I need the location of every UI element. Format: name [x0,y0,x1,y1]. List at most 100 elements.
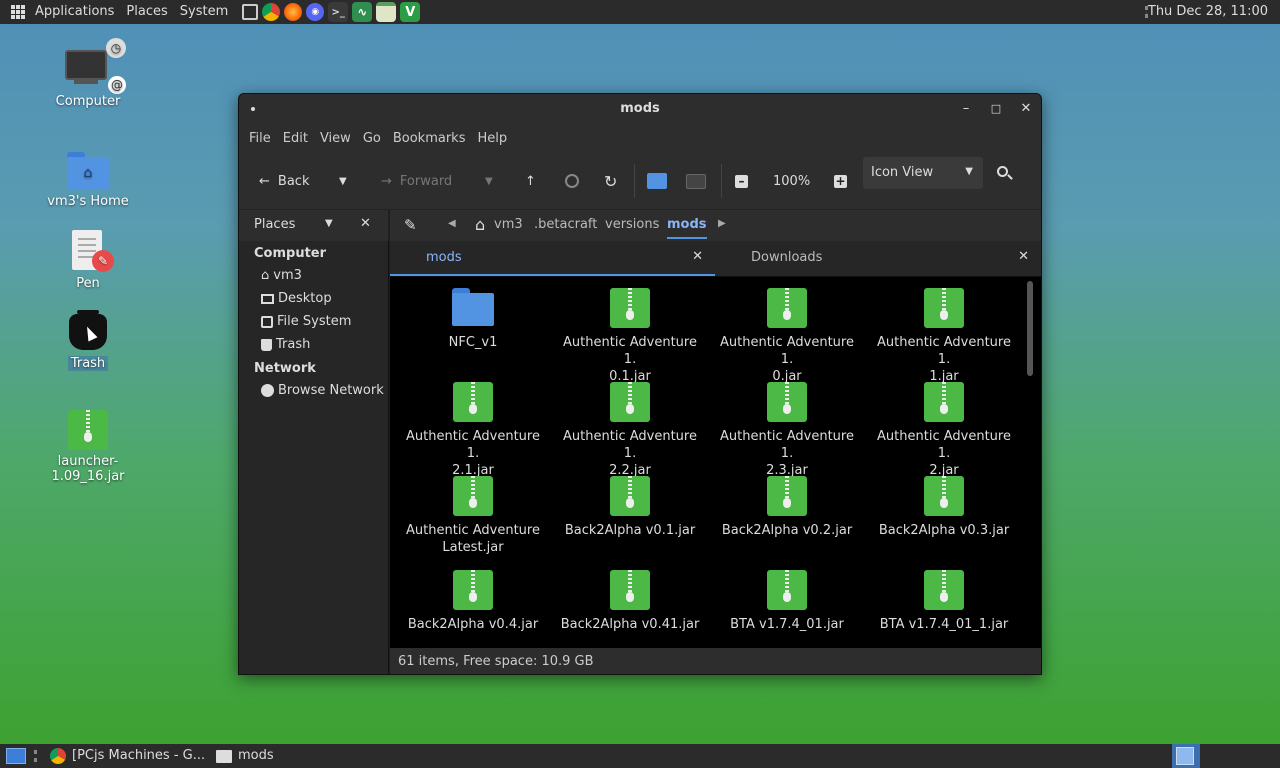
archive-icon [767,382,807,422]
show-desktop-icon[interactable] [6,748,26,764]
file-item[interactable]: Back2Alpha v0.2.jar [712,476,862,539]
computer-button[interactable] [686,165,706,197]
file-view: NFC_v1 Authentic Adventure 1. 0.1.jar Au… [390,277,1041,648]
menu-view[interactable]: View [314,131,357,146]
text-editor-icon[interactable] [376,2,397,22]
menu-bookmarks[interactable]: Bookmarks [387,131,472,146]
minimize-button[interactable]: – [951,94,981,124]
path-home-icon[interactable]: ⌂ [475,215,485,234]
file-item[interactable]: Authentic Adventure 1. 0.1.jar [555,288,705,385]
breadcrumb-betacraft[interactable]: .betacraft [534,217,597,232]
file-item[interactable]: Authentic Adventure 1. 1.jar [869,288,1019,385]
menubar: File Edit View Go Bookmarks Help [239,124,1041,152]
chevron-down-icon: ▼ [965,166,973,177]
menu-go[interactable]: Go [357,131,387,146]
desktop-icon-pen[interactable]: ✎ Pen [23,230,153,291]
desktop-icon-computer[interactable]: ◷ @ Computer [23,38,153,109]
applications-grid-icon[interactable] [11,5,25,19]
file-item[interactable]: Back2Alpha v0.3.jar [869,476,1019,539]
view-mode-select[interactable]: Icon View ▼ [863,157,983,189]
up-button[interactable]: ↑ [525,165,536,197]
discord-icon[interactable]: ◉ [306,3,325,21]
breadcrumb-mods[interactable]: mods [667,217,707,239]
search-button[interactable] [995,164,1015,184]
sidebar-item-label: Browse Network [278,383,384,398]
tab-close-icon[interactable]: ✕ [1018,249,1029,264]
menu-help[interactable]: Help [471,131,513,146]
file-item[interactable]: Authentic Adventure 1. 0.jar [712,288,862,385]
maximize-button[interactable]: □ [981,94,1011,124]
workspace-1[interactable] [1176,747,1194,765]
breadcrumb-vm3[interactable]: vm3 [494,217,523,232]
file-item[interactable]: Authentic Adventure 1. 2.1.jar [398,382,548,479]
terminal-icon[interactable]: >_ [328,2,349,22]
zoom-in-button[interactable]: + [834,165,847,197]
places-dropdown-icon[interactable]: ▼ [325,218,333,229]
archive-icon [610,570,650,610]
zoom-level[interactable]: 100% [773,165,810,197]
sidebar-item-vm3[interactable]: ⌂ vm3 [261,268,302,283]
file-name-line: Latest.jar [442,540,504,555]
file-name-line: BTA v1.7.4_01_1.jar [879,617,1009,632]
workspace-switcher[interactable] [1172,744,1200,768]
forward-history-dropdown[interactable]: ▼ [485,165,493,197]
file-item[interactable]: Authentic Adventure 1. 2.2.jar [555,382,705,479]
back-label: Back [277,173,310,189]
taskbar-handle[interactable] [34,750,37,762]
chrome-icon[interactable] [262,3,281,21]
sidebar-item-file-system[interactable]: File System [261,314,351,329]
firefox-icon[interactable] [284,3,303,21]
back-button[interactable]: ← Back [259,165,309,197]
home-button[interactable] [647,165,667,197]
sidebar-item-browse-network[interactable]: Browse Network [261,383,384,398]
breadcrumb-versions[interactable]: versions [605,217,659,232]
places-label[interactable]: Places [254,217,295,232]
file-item[interactable]: BTA v1.7.4_01.jar [712,570,862,633]
menu-file[interactable]: File [243,131,277,146]
reload-button[interactable]: ↻ [604,165,617,197]
close-button[interactable]: ✕ [1011,94,1041,124]
task-label: mods [238,748,274,763]
tab-close-icon[interactable]: ✕ [692,249,703,264]
zoom-out-button[interactable]: – [735,165,748,197]
vim-icon[interactable]: V [400,2,421,22]
tab-downloads[interactable]: Downloads ✕ [715,241,1041,276]
menu-places[interactable]: Places [120,0,173,24]
back-history-dropdown[interactable]: ▼ [339,165,347,197]
file-item[interactable]: Back2Alpha v0.4.jar [398,570,548,633]
close-sidebar-icon[interactable]: ✕ [360,216,371,231]
file-item[interactable]: BTA v1.7.4_01_1.jar [869,570,1019,633]
arrow-left-icon: ← [259,173,270,189]
clock[interactable]: Thu Dec 28, 11:00 [1148,0,1268,24]
scrollbar[interactable] [1027,281,1033,376]
path-scroll-right-icon[interactable]: ▶ [718,218,726,229]
home-folder-icon: ⌂ [67,152,109,190]
task-mods-window[interactable]: mods [216,744,274,768]
edit-path-icon[interactable]: ✎ [404,216,417,234]
menu-applications[interactable]: Applications [29,0,120,24]
menu-edit[interactable]: Edit [277,131,314,146]
forward-label: Forward [399,173,453,189]
file-item[interactable]: Authentic Adventure Latest.jar [398,476,548,556]
window-menu-icon[interactable] [251,107,255,111]
screenshot-tool-icon[interactable] [242,4,259,20]
file-name: NFC_v1 [448,335,498,350]
task-chrome-window[interactable]: [PCjs Machines - G... [50,744,205,768]
window-titlebar[interactable]: mods – □ ✕ [239,94,1041,124]
desktop-icon-launcher-jar[interactable]: launcher-1.09_16.jar [23,410,153,484]
file-item[interactable]: Authentic Adventure 1. 2.jar [869,382,1019,479]
tab-mods[interactable]: mods ✕ [390,241,715,276]
system-monitor-icon[interactable]: ∿ [352,2,373,22]
desktop-icon-home[interactable]: ⌂ vm3's Home [23,152,153,209]
file-item[interactable]: Back2Alpha v0.41.jar [555,570,705,633]
sidebar-item-trash[interactable]: Trash [261,337,310,352]
path-scroll-left-icon[interactable]: ◀ [448,218,456,229]
menu-system[interactable]: System [174,0,234,24]
file-item[interactable]: Back2Alpha v0.1.jar [555,476,705,539]
forward-button[interactable]: → Forward [381,165,452,197]
stop-button[interactable] [565,165,579,197]
file-name-line: Authentic Adventure 1. [406,429,540,461]
file-item[interactable]: NFC_v1 [398,288,548,351]
sidebar-item-desktop[interactable]: Desktop [261,291,332,306]
file-item[interactable]: Authentic Adventure 1. 2.3.jar [712,382,862,479]
